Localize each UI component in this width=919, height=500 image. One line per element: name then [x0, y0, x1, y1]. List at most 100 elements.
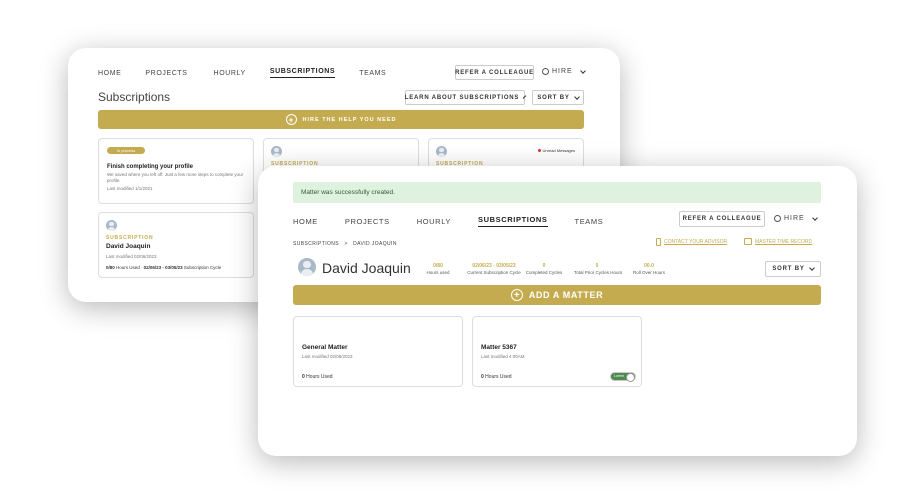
- plus-circle-icon: +: [510, 289, 523, 301]
- front-nav-home[interactable]: HOME: [293, 217, 318, 226]
- learn-subscriptions-dropdown[interactable]: LEARN ABOUT SUBSCRIPTIONS: [404, 90, 527, 105]
- matter-title: Matter 5367: [481, 344, 517, 351]
- learn-label: LEARN ABOUT SUBSCRIPTIONS: [404, 94, 520, 101]
- contact-advisor-label: CONTACT YOUR ADVISOR: [664, 239, 728, 245]
- unread-label: Unread Messages: [542, 148, 575, 153]
- stat-prior-hours: 0 Total Prior Cycles Hours: [574, 263, 623, 275]
- stat-value: 0: [595, 263, 599, 269]
- back-hire-menu[interactable]: HIRE: [542, 67, 586, 75]
- back-sort-label: SORT BY: [537, 94, 570, 101]
- back-nav-teams[interactable]: TEAMS: [359, 70, 386, 77]
- avatar: [436, 146, 447, 157]
- front-nav-hourly[interactable]: HOURLY: [417, 217, 451, 226]
- client-name: David Joaquin: [322, 260, 411, 276]
- stat-label: Total Prior Cycles Hours: [574, 270, 623, 275]
- breadcrumb-separator: >: [344, 241, 348, 247]
- stat-value: 00.0: [644, 263, 654, 269]
- breadcrumb: SUBSCRIPTIONS > DAVID JOAQUIN: [293, 241, 397, 247]
- master-time-record-link[interactable]: MASTER TIME RECORD: [744, 238, 812, 245]
- add-matter-label: ADD A MATTER: [528, 290, 604, 300]
- david-subscription-tile[interactable]: SUBSCRIPTION David Joaquin Last modified…: [98, 212, 254, 278]
- hours-used-value: 0/80: [106, 265, 115, 270]
- back-refer-button[interactable]: REFER A COLLEAGUE: [455, 65, 534, 80]
- toggle-label: Lorem: [614, 374, 624, 378]
- matter-tile[interactable]: General Matter Last modified 02/06/2023 …: [293, 316, 463, 387]
- stat-completed-cycles: 0 Completed Cycles: [523, 263, 565, 275]
- matter-hours-label: Hours Used: [485, 374, 512, 380]
- stat-label: Hours used: [426, 270, 450, 275]
- client-avatar: [298, 258, 316, 276]
- breadcrumb-current: DAVID JOAQUIN: [353, 241, 397, 247]
- front-nav-teams[interactable]: TEAMS: [575, 217, 604, 226]
- back-sort-dropdown[interactable]: SORT BY: [532, 90, 584, 105]
- stat-value: 02/06/23 - 03/05/23: [472, 263, 516, 269]
- avatar: [271, 146, 282, 157]
- matter-hours: 0 Hours Used: [302, 374, 333, 380]
- hire-help-button[interactable]: + HIRE THE HELP YOU NEED: [98, 110, 584, 129]
- david-tile-usage: 0/80 Hours Used 02/06/23 - 03/05/23 Subs…: [106, 265, 221, 270]
- stat-label: Completed Cycles: [525, 270, 563, 275]
- plus-circle-icon: [542, 68, 549, 75]
- matter-hours-label: Hours Used: [306, 374, 333, 380]
- stat-value: 0/80: [433, 263, 443, 269]
- front-nav-projects[interactable]: PROJECTS: [345, 217, 390, 226]
- matter-hours-value: 0: [481, 374, 484, 380]
- matter-title: General Matter: [302, 344, 348, 351]
- stat-value: 0: [542, 263, 546, 269]
- hours-used-label: Hours Used: [116, 265, 140, 270]
- back-nav-projects[interactable]: PROJECTS: [145, 70, 187, 77]
- front-hire-menu[interactable]: HIRE: [774, 214, 818, 222]
- chevron-down-icon: [573, 93, 580, 100]
- matter-tile[interactable]: Matter 5367 Last modified 4:00AM 0 Hours…: [472, 316, 642, 387]
- success-alert: Matter was successfully created.: [293, 182, 821, 203]
- front-nav-subscriptions[interactable]: SUBSCRIPTIONS: [478, 215, 548, 227]
- chevron-down-icon: [579, 67, 586, 74]
- stat-hours-used: 0/80 Hours used: [420, 263, 456, 275]
- front-hire-label: HIRE: [784, 215, 805, 222]
- breadcrumb-root[interactable]: SUBSCRIPTIONS: [293, 241, 339, 247]
- front-nav: HOME PROJECTS HOURLY SUBSCRIPTIONS TEAMS: [293, 215, 627, 227]
- phone-icon: [656, 238, 661, 246]
- front-sort-dropdown[interactable]: SORT BY: [765, 261, 821, 277]
- stat-rollover-hours: 00.0 Roll Over Hours: [628, 263, 670, 275]
- matter-meta: Last modified 4:00AM: [481, 354, 525, 359]
- subscription-label: SUBSCRIPTION: [106, 235, 154, 241]
- plus-circle-icon: +: [285, 114, 297, 125]
- document-icon: [744, 238, 752, 245]
- matter-hours-value: 0: [302, 374, 305, 380]
- profile-tile[interactable]: In process Finish completing your profil…: [98, 138, 254, 204]
- back-nav-home[interactable]: HOME: [98, 70, 121, 77]
- stat-label: Current Subscription Cycle: [467, 270, 521, 275]
- chevron-down-icon: [808, 265, 815, 271]
- profile-tile-body: We saved where you left off. Just a few …: [107, 172, 244, 183]
- unread-dot-icon: [537, 149, 541, 152]
- chevron-down-icon: [522, 94, 527, 99]
- hire-help-label: HIRE THE HELP YOU NEED: [302, 116, 397, 123]
- stat-label: Roll Over Hours: [632, 270, 665, 275]
- cycle-value: 02/06/23 - 03/05/23: [143, 265, 183, 270]
- front-sort-label: SORT BY: [772, 266, 805, 272]
- david-tile-name: David Joaquin: [106, 243, 151, 250]
- back-nav-hourly[interactable]: HOURLY: [214, 70, 246, 77]
- status-badge: In process: [107, 147, 145, 154]
- stat-current-cycle: 02/06/23 - 03/05/23 Current Subscription…: [461, 263, 527, 275]
- front-window: Matter was successfully created. HOME PR…: [258, 166, 857, 456]
- back-page-title: Subscriptions: [98, 90, 171, 104]
- back-nav-subscriptions[interactable]: SUBSCRIPTIONS: [269, 68, 336, 78]
- matter-hours: 0 Hours Used: [481, 374, 512, 380]
- profile-tile-title: Finish completing your profile: [107, 164, 194, 170]
- matter-toggle[interactable]: Lorem: [610, 372, 636, 382]
- matter-meta: Last modified 02/06/2023: [302, 354, 353, 359]
- david-tile-meta: Last modified 02/06/2023: [106, 254, 157, 259]
- back-hire-label: HIRE: [552, 68, 573, 75]
- add-matter-button[interactable]: + ADD A MATTER: [293, 285, 821, 305]
- chevron-down-icon: [811, 214, 818, 221]
- avatar: [106, 220, 117, 231]
- plus-circle-icon: [774, 215, 781, 222]
- front-refer-button[interactable]: REFER A COLLEAGUE: [679, 211, 765, 227]
- master-time-record-label: MASTER TIME RECORD: [755, 238, 813, 245]
- profile-tile-meta: Last modified 1/1/2021: [107, 186, 153, 191]
- back-nav: HOME PROJECTS HOURLY SUBSCRIPTIONS TEAMS: [98, 68, 410, 78]
- unread-indicator: Unread Messages: [537, 148, 575, 153]
- contact-advisor-link[interactable]: CONTACT YOUR ADVISOR: [656, 238, 727, 246]
